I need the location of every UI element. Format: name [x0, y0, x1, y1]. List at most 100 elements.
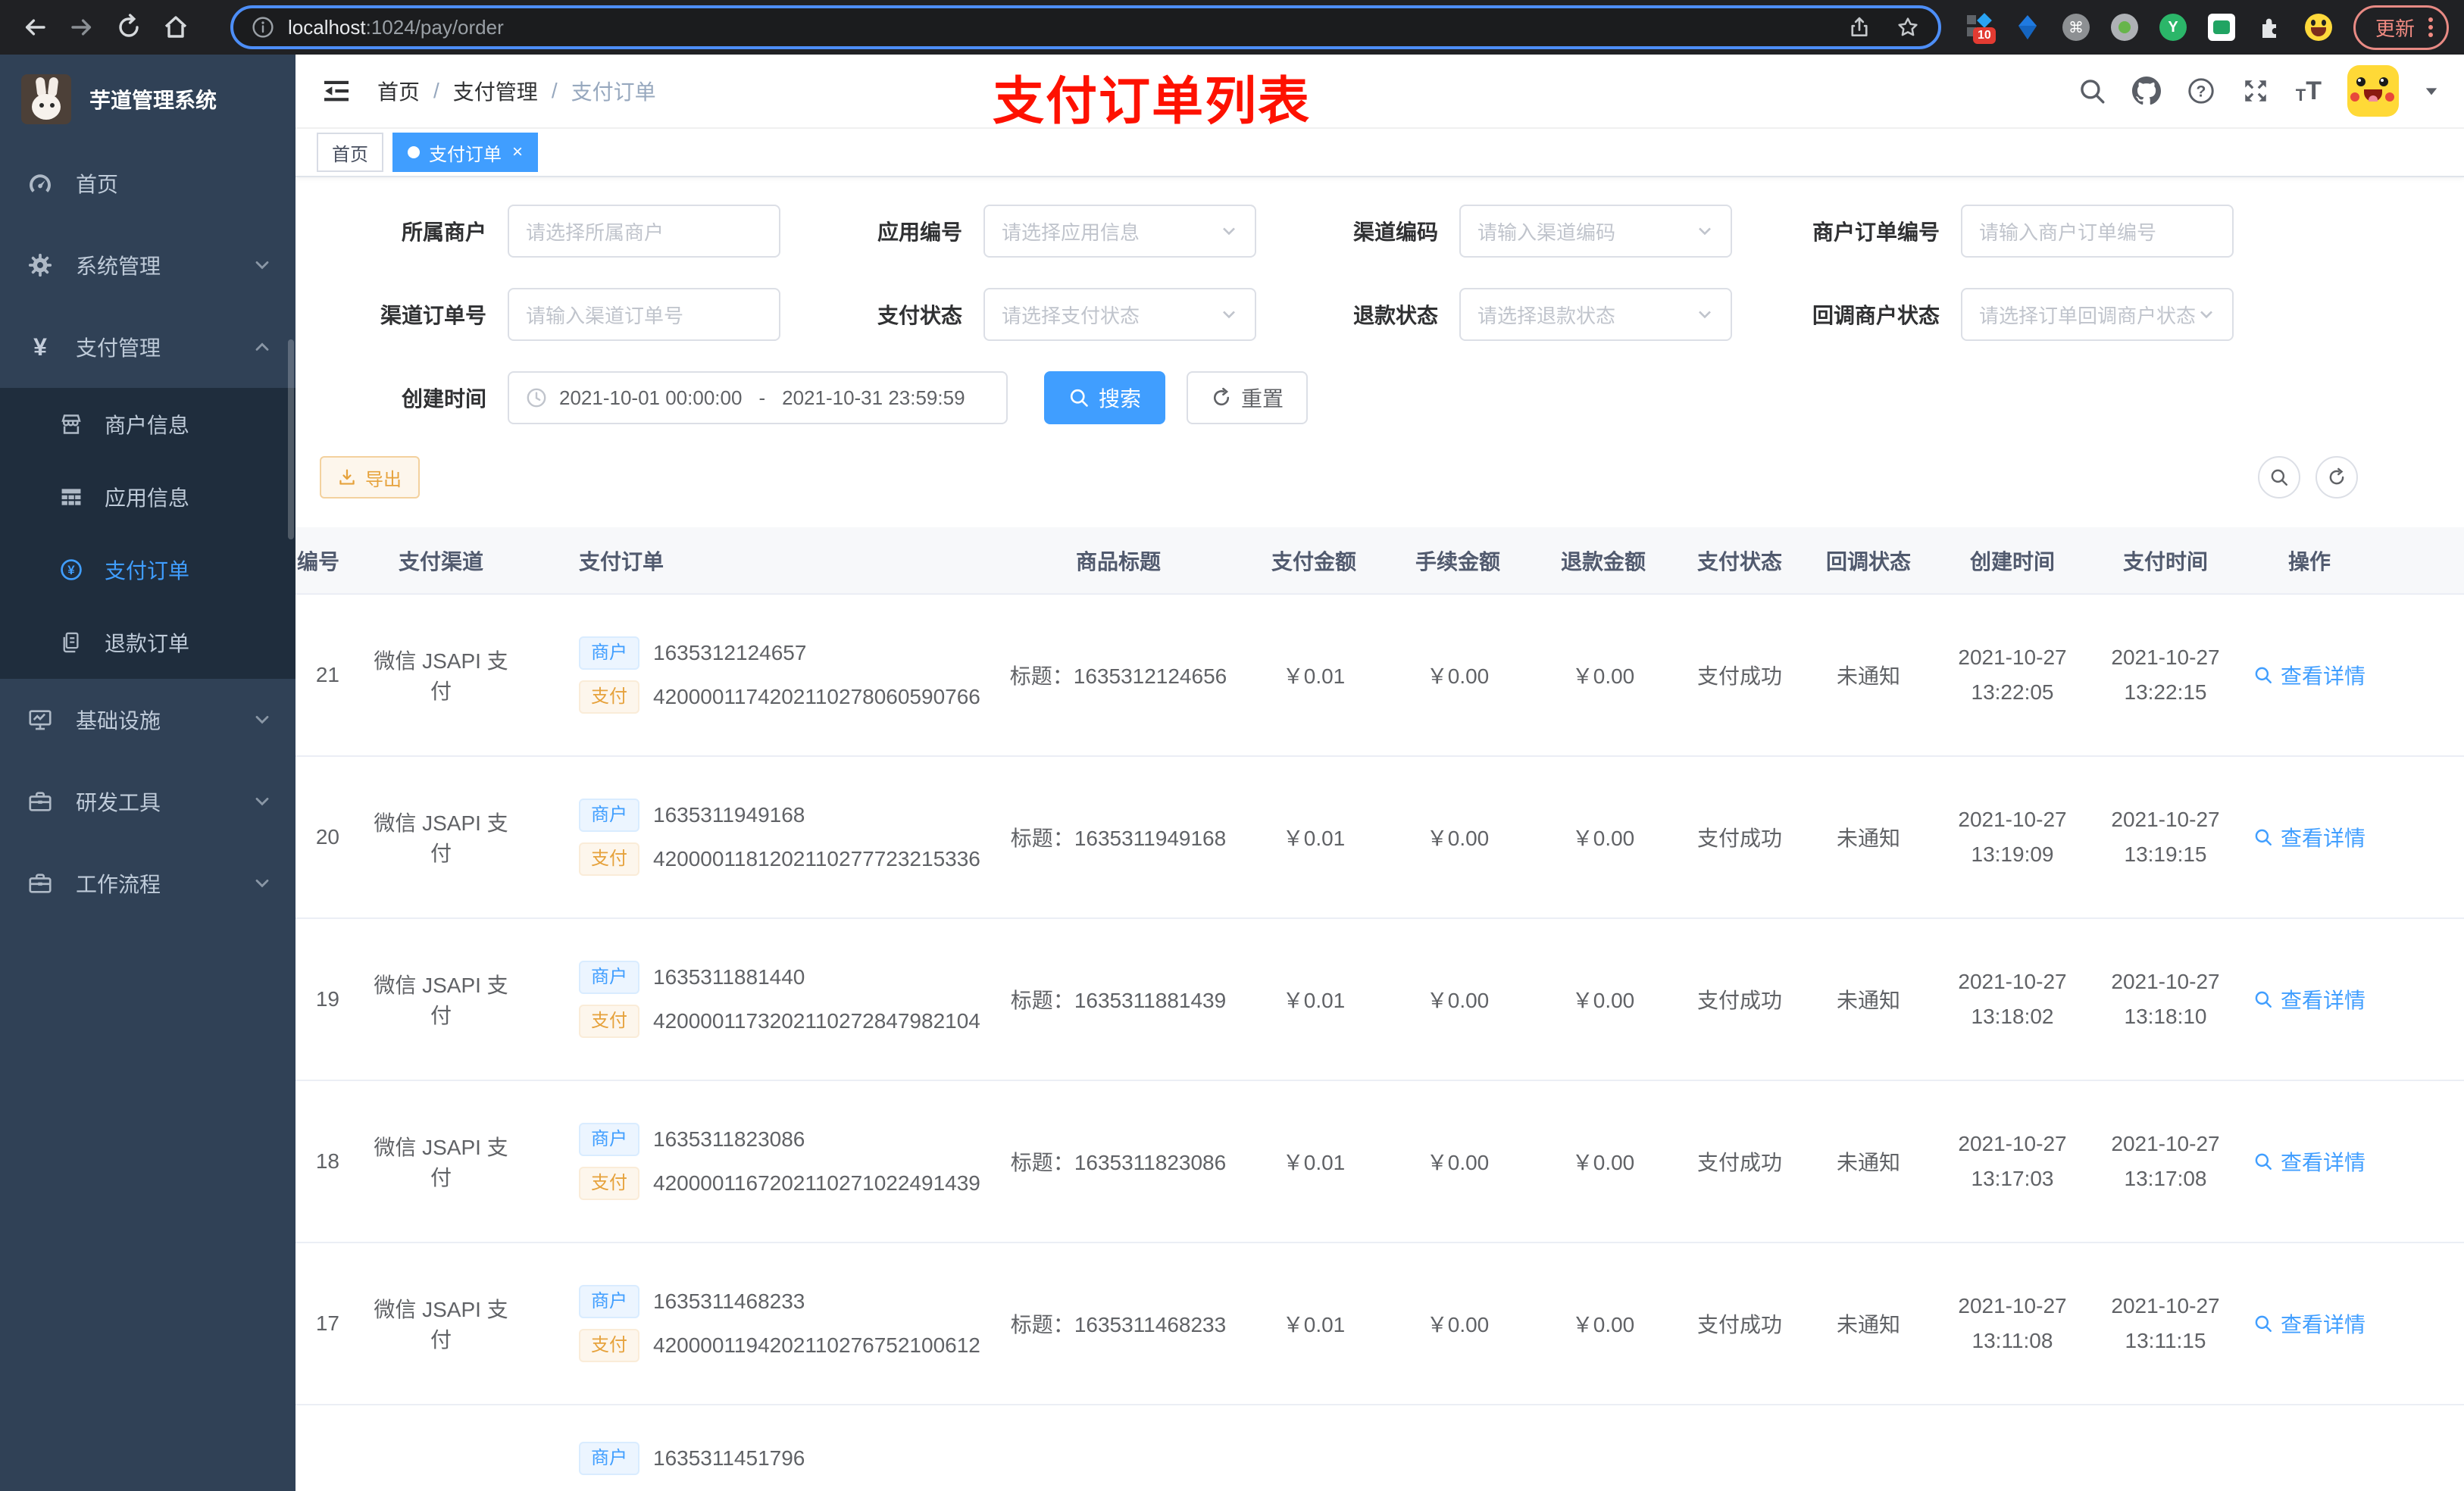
- tag-close-icon[interactable]: ×: [512, 142, 523, 163]
- merchant-select-input[interactable]: 请选择所属商户: [508, 205, 780, 258]
- sidebar-item-pay-order[interactable]: ¥ 支付订单: [0, 533, 295, 606]
- merchant-tag: 商户: [579, 1442, 639, 1475]
- chevron-down-icon: [1223, 311, 1235, 319]
- sidebar-item-payment[interactable]: ¥ 支付管理: [0, 306, 295, 388]
- pay-channel: 微信 JSAPI 支付: [358, 918, 524, 1081]
- chevron-down-icon: [1699, 311, 1711, 319]
- font-size-icon[interactable]: TT: [2296, 78, 2322, 104]
- refund-status-select[interactable]: 请选择退款状态: [1459, 288, 1732, 341]
- filter-form: 所属商户 请选择所属商户 应用编号 请选择应用信息 渠道编码 请输入渠道编码 商…: [295, 177, 2464, 424]
- extension-emoji-icon[interactable]: [2304, 14, 2332, 41]
- search-icon: [2271, 469, 2287, 486]
- table-settings: [2258, 456, 2358, 499]
- extension-badge: 10: [1972, 27, 1996, 44]
- clock-icon: [527, 388, 546, 408]
- reload-icon[interactable]: [115, 14, 142, 41]
- sidebar-item-app-info[interactable]: 应用信息: [0, 461, 295, 533]
- table-row: 17 微信 JSAPI 支付 商户 1635311468233 支付 4200001…: [295, 1242, 2464, 1405]
- sidebar-item-dev-tools[interactable]: 研发工具: [0, 761, 295, 842]
- home-icon[interactable]: [162, 14, 189, 41]
- merchant-order-no: 1635311451796: [653, 1446, 805, 1470]
- sidebar-item-infrastructure[interactable]: 基础设施: [0, 679, 295, 761]
- pay-channel: 微信 JSAPI 支付: [358, 756, 524, 919]
- app-logo-row[interactable]: 芋道管理系统: [0, 55, 295, 142]
- extension-puzzle-icon[interactable]: [2256, 14, 2284, 41]
- toggle-search-button[interactable]: [2258, 456, 2300, 499]
- sidebar-item-label: 首页: [76, 173, 119, 196]
- product-title: 标题：1635311468233: [994, 1242, 1243, 1405]
- sidebar-item-system[interactable]: 系统管理: [0, 224, 295, 306]
- merchant-tag: 商户: [579, 1123, 639, 1156]
- table-row: 20 微信 JSAPI 支付 商户 1635311949168 支付 4200001…: [295, 756, 2464, 919]
- extension-yuque-icon[interactable]: Y: [2159, 14, 2187, 41]
- pay-status-select[interactable]: 请选择支付状态: [983, 288, 1256, 341]
- sidebar-item-label: 支付管理: [76, 336, 161, 360]
- pay-tag: 支付: [579, 1329, 639, 1362]
- sidebar-item-home[interactable]: 首页: [0, 142, 295, 224]
- created-time: 2021-10-27 13:18:02: [1934, 918, 2091, 1081]
- col-gutter: [2379, 527, 2464, 595]
- pay-order-cell: 商户 1635311949168 支付 4200001181202110277723…: [524, 756, 994, 919]
- breadcrumb-home[interactable]: 首页: [377, 76, 420, 106]
- col-created: 创建时间: [1934, 527, 2091, 595]
- search-button[interactable]: 搜索: [1044, 371, 1166, 424]
- notify-status: 未通知: [1803, 918, 1934, 1081]
- pay-tag: 支付: [579, 680, 639, 714]
- sidebar-toggle-icon[interactable]: [321, 76, 352, 106]
- view-detail-link[interactable]: 查看详情: [2253, 1146, 2366, 1177]
- chevron-down-icon: [255, 261, 269, 270]
- channel-order-no-input[interactable]: 请输入渠道订单号: [508, 288, 780, 341]
- breadcrumb-section[interactable]: 支付管理: [453, 76, 538, 106]
- sidebar-item-refund-order[interactable]: 退款订单: [0, 606, 295, 679]
- browser-menu-icon[interactable]: [2428, 17, 2433, 37]
- github-icon[interactable]: [2131, 77, 2161, 105]
- export-button[interactable]: 导出: [320, 456, 420, 499]
- extension-grid-icon[interactable]: 10: [1965, 13, 1996, 44]
- app-select[interactable]: 请选择应用信息: [983, 205, 1256, 258]
- view-detail-link[interactable]: 查看详情: [2253, 822, 2366, 852]
- help-icon[interactable]: ?: [2187, 77, 2215, 105]
- avatar[interactable]: [2347, 65, 2399, 117]
- refresh-table-button[interactable]: [2315, 456, 2358, 499]
- view-detail-link[interactable]: 查看详情: [2253, 1308, 2366, 1339]
- extension-record-icon[interactable]: [2110, 14, 2138, 41]
- extension-command-icon[interactable]: ⌘: [2062, 14, 2090, 41]
- notify-status-select[interactable]: 请选择订单回调商户状态: [1961, 288, 2234, 341]
- tag-home[interactable]: 首页: [317, 133, 383, 172]
- refund-amount: ￥0.00: [1531, 918, 1676, 1081]
- chevron-down-icon: [2200, 311, 2212, 319]
- channel-code-select[interactable]: 请输入渠道编码: [1459, 205, 1732, 258]
- reset-button[interactable]: 重置: [1187, 371, 1309, 424]
- forward-icon[interactable]: [68, 14, 95, 41]
- view-detail-link[interactable]: 查看详情: [2253, 660, 2366, 690]
- tag-pay-order[interactable]: 支付订单 ×: [392, 133, 539, 172]
- magnifier-icon: [2255, 829, 2272, 846]
- col-refund: 退款金额: [1531, 527, 1676, 595]
- pay-tag: 支付: [579, 842, 639, 876]
- address-bar[interactable]: localhost:1024/pay/order: [230, 5, 1941, 49]
- paid-time: 2021-10-27 13:17:08: [2091, 1080, 2240, 1243]
- fullscreen-icon[interactable]: [2241, 77, 2270, 105]
- extension-kite-icon[interactable]: [2014, 14, 2041, 41]
- sidebar-item-workflow[interactable]: 工作流程: [0, 842, 295, 924]
- pay-amount: ￥0.01: [1243, 918, 1385, 1081]
- share-icon[interactable]: [1847, 15, 1871, 39]
- search-icon[interactable]: [2078, 77, 2106, 105]
- bookmark-star-icon[interactable]: [1896, 15, 1920, 39]
- view-detail-link[interactable]: 查看详情: [2253, 984, 2366, 1014]
- caret-down-icon[interactable]: [2425, 84, 2438, 98]
- extension-chat-icon[interactable]: [2207, 14, 2235, 41]
- back-icon[interactable]: [21, 14, 48, 41]
- browser-update-button[interactable]: 更新: [2353, 5, 2449, 50]
- col-status: 支付状态: [1676, 527, 1803, 595]
- order-id: 21: [295, 594, 358, 757]
- channel-pay-no: 4200001181202110277723215336: [653, 847, 980, 871]
- col-fee: 手续金额: [1385, 527, 1531, 595]
- site-info-icon[interactable]: [252, 16, 274, 39]
- merchant-order-no-input[interactable]: 请输入商户订单编号: [1961, 205, 2234, 258]
- update-label: 更新: [2375, 17, 2415, 40]
- date-range-picker[interactable]: 2021-10-01 00:00:00 - 2021-10-31 23:59:5…: [508, 371, 1008, 424]
- fee-amount: ￥0.00: [1385, 1242, 1531, 1405]
- sidebar-scrollbar[interactable]: [288, 339, 294, 539]
- sidebar-item-merchant-info[interactable]: 商户信息: [0, 388, 295, 461]
